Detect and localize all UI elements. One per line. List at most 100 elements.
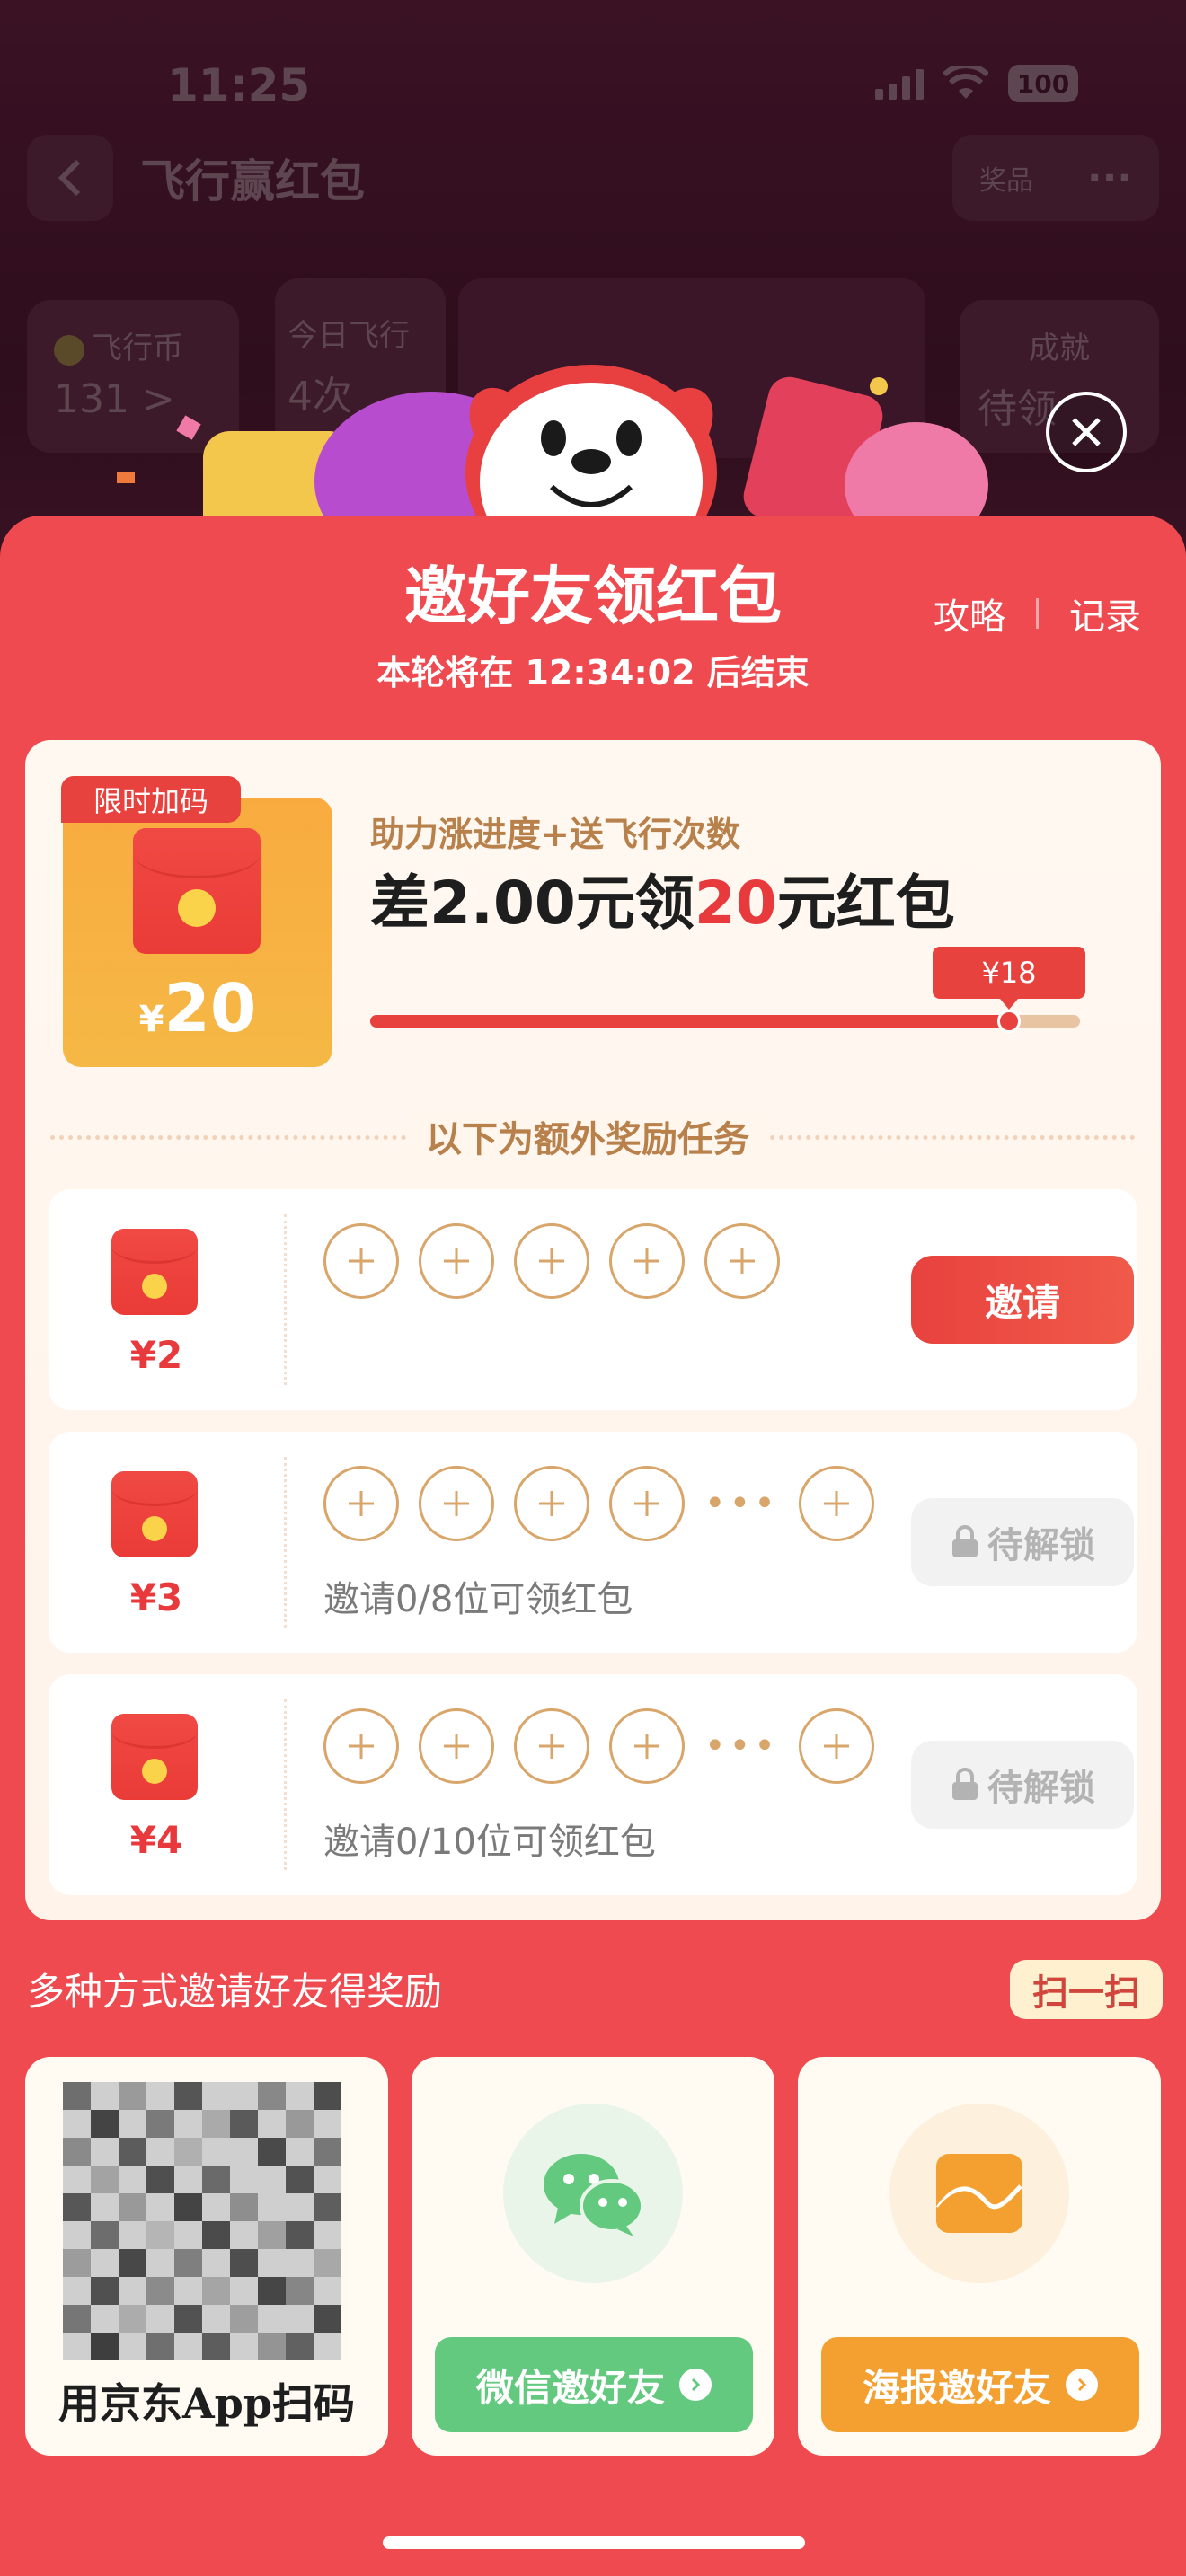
plus-icon [349,1734,374,1759]
plus-icon [539,1248,564,1274]
qr-code-icon [63,2082,341,2360]
back-button[interactable] [27,135,113,221]
strategy-link[interactable]: 攻略 [934,587,1005,640]
poster-share-card[interactable]: 海报邀好友 [798,2057,1161,2456]
page-title: 飞行赢红包 [140,155,365,207]
progress-card: ¥20 限时加码 助力涨进度+送飞行次数 差2.00元领20元红包 ¥18 以下… [25,740,1161,1920]
nav-actions: 奖品 ··· [952,135,1159,221]
invite-modal: 邀好友领红包 本轮将在 12:34:02 后结束 攻略 记录 ¥20 限时加码 … [0,516,1186,2576]
status-icons: 100 [875,63,1078,104]
plus-icon [349,1491,374,1516]
locked-button[interactable]: 待解锁 [911,1498,1134,1586]
add-friend-slot[interactable] [323,1466,399,1541]
plus-icon [730,1248,755,1274]
scan-button[interactable]: 扫一扫 [1010,1960,1163,2019]
invite-slots: ••• [323,1466,874,1541]
add-friend-slot[interactable] [704,1223,780,1299]
add-friend-slot[interactable] [798,1466,874,1541]
poster-invite-button[interactable]: 海报邀好友 [821,2337,1139,2432]
task-amount: ¥3 [129,1575,183,1619]
task-amount: ¥2 [129,1333,183,1377]
plus-icon [539,1491,564,1516]
task-hint: 邀请0/8位可领红包 [323,1579,633,1620]
add-friend-slot[interactable] [419,1223,494,1299]
battery-icon: 100 [1008,65,1078,102]
records-link[interactable]: 记录 [1069,587,1141,640]
coin-icon [142,1274,167,1299]
packet-amount: ¥20 [138,970,257,1047]
more-slots-icon: ••• [704,1725,779,1767]
invite-button[interactable]: 邀请 [911,1256,1134,1344]
plus-icon [823,1491,849,1516]
home-indicator [383,2536,805,2549]
add-friend-slot[interactable] [514,1223,589,1299]
more-button[interactable]: ··· [1087,155,1132,201]
lock-icon [952,1525,978,1557]
add-friend-slot[interactable] [609,1708,685,1784]
link-divider [1036,598,1039,629]
locked-button[interactable]: 待解锁 [911,1741,1134,1829]
plus-icon [634,1248,659,1274]
wechat-icon-circle [503,2104,683,2283]
add-friend-slot[interactable] [419,1708,494,1784]
wifi-icon [943,66,988,99]
close-icon [1072,418,1101,446]
plus-icon [444,1248,469,1274]
task-hint: 邀请0/10位可领红包 [323,1822,656,1863]
coin-icon [142,1759,167,1784]
big-red-packet: ¥20 [63,798,332,1067]
plus-icon [634,1491,659,1516]
chevron-right-icon [1066,2369,1098,2401]
status-time: 11:25 [167,59,311,111]
jd-dog-mascot-icon [465,365,717,535]
task-divider [284,1457,287,1628]
add-friend-slot[interactable] [798,1708,874,1784]
add-friend-slot[interactable] [323,1708,399,1784]
today-label: 今日飞行 [288,318,410,354]
poster-image-icon [935,2154,1022,2233]
prize-button[interactable]: 奖品 [979,158,1033,198]
wechat-invite-button[interactable]: 微信邀好友 [435,2337,753,2432]
envelope-icon [111,1229,198,1315]
chevron-left-icon [58,159,81,197]
invite-slots: ••• [323,1708,874,1784]
add-friend-slot[interactable] [514,1708,589,1784]
progress-dot [997,1010,1021,1033]
progress-tooltip: ¥18 [933,947,1085,1010]
plus-icon [823,1734,849,1759]
envelope-icon [111,1471,198,1557]
close-button[interactable] [1046,392,1127,472]
qr-code-card[interactable]: 用京东App扫码 [25,2057,388,2456]
add-friend-slot[interactable] [514,1466,589,1541]
envelope-icon [111,1714,198,1800]
task-row: ¥2 邀请 [49,1189,1137,1410]
plus-icon [444,1491,469,1516]
countdown-text: 本轮将在 12:34:02 后结束 [376,653,810,693]
task-row: ¥3 ••• 邀请0/8位可领红包 待解锁 [49,1432,1137,1653]
plus-icon [444,1734,469,1759]
plus-icon [634,1734,659,1759]
task-amount: ¥4 [129,1818,183,1862]
add-friend-slot[interactable] [609,1466,685,1541]
extra-tasks-label: 以下为额外奖励任务 [408,1110,767,1160]
plus-icon [349,1248,374,1274]
wechat-share-card[interactable]: 微信邀好友 [412,2057,774,2456]
task-row: ¥4 ••• 邀请0/10位可领红包 待解锁 [49,1674,1137,1895]
invite-slots [323,1223,780,1299]
poster-icon-circle [890,2104,1069,2283]
signal-icon [875,67,924,100]
wechat-icon [544,2154,644,2236]
lock-icon [952,1768,978,1800]
diff-text: 差2.00元领20元红包 [370,869,955,938]
plus-icon [539,1734,564,1759]
limited-badge: 限时加码 [61,776,241,823]
share-section-label: 多种方式邀请好友得奖励 [27,1970,443,2014]
qr-caption: 用京东App扫码 [58,2379,356,2428]
task-divider [284,1214,287,1385]
coin-icon [178,889,216,927]
add-friend-slot[interactable] [419,1466,494,1541]
add-friend-slot[interactable] [609,1223,685,1299]
progress-fill [370,1015,1009,1028]
add-friend-slot[interactable] [323,1223,399,1299]
help-text: 助力涨进度+送飞行次数 [370,815,740,854]
